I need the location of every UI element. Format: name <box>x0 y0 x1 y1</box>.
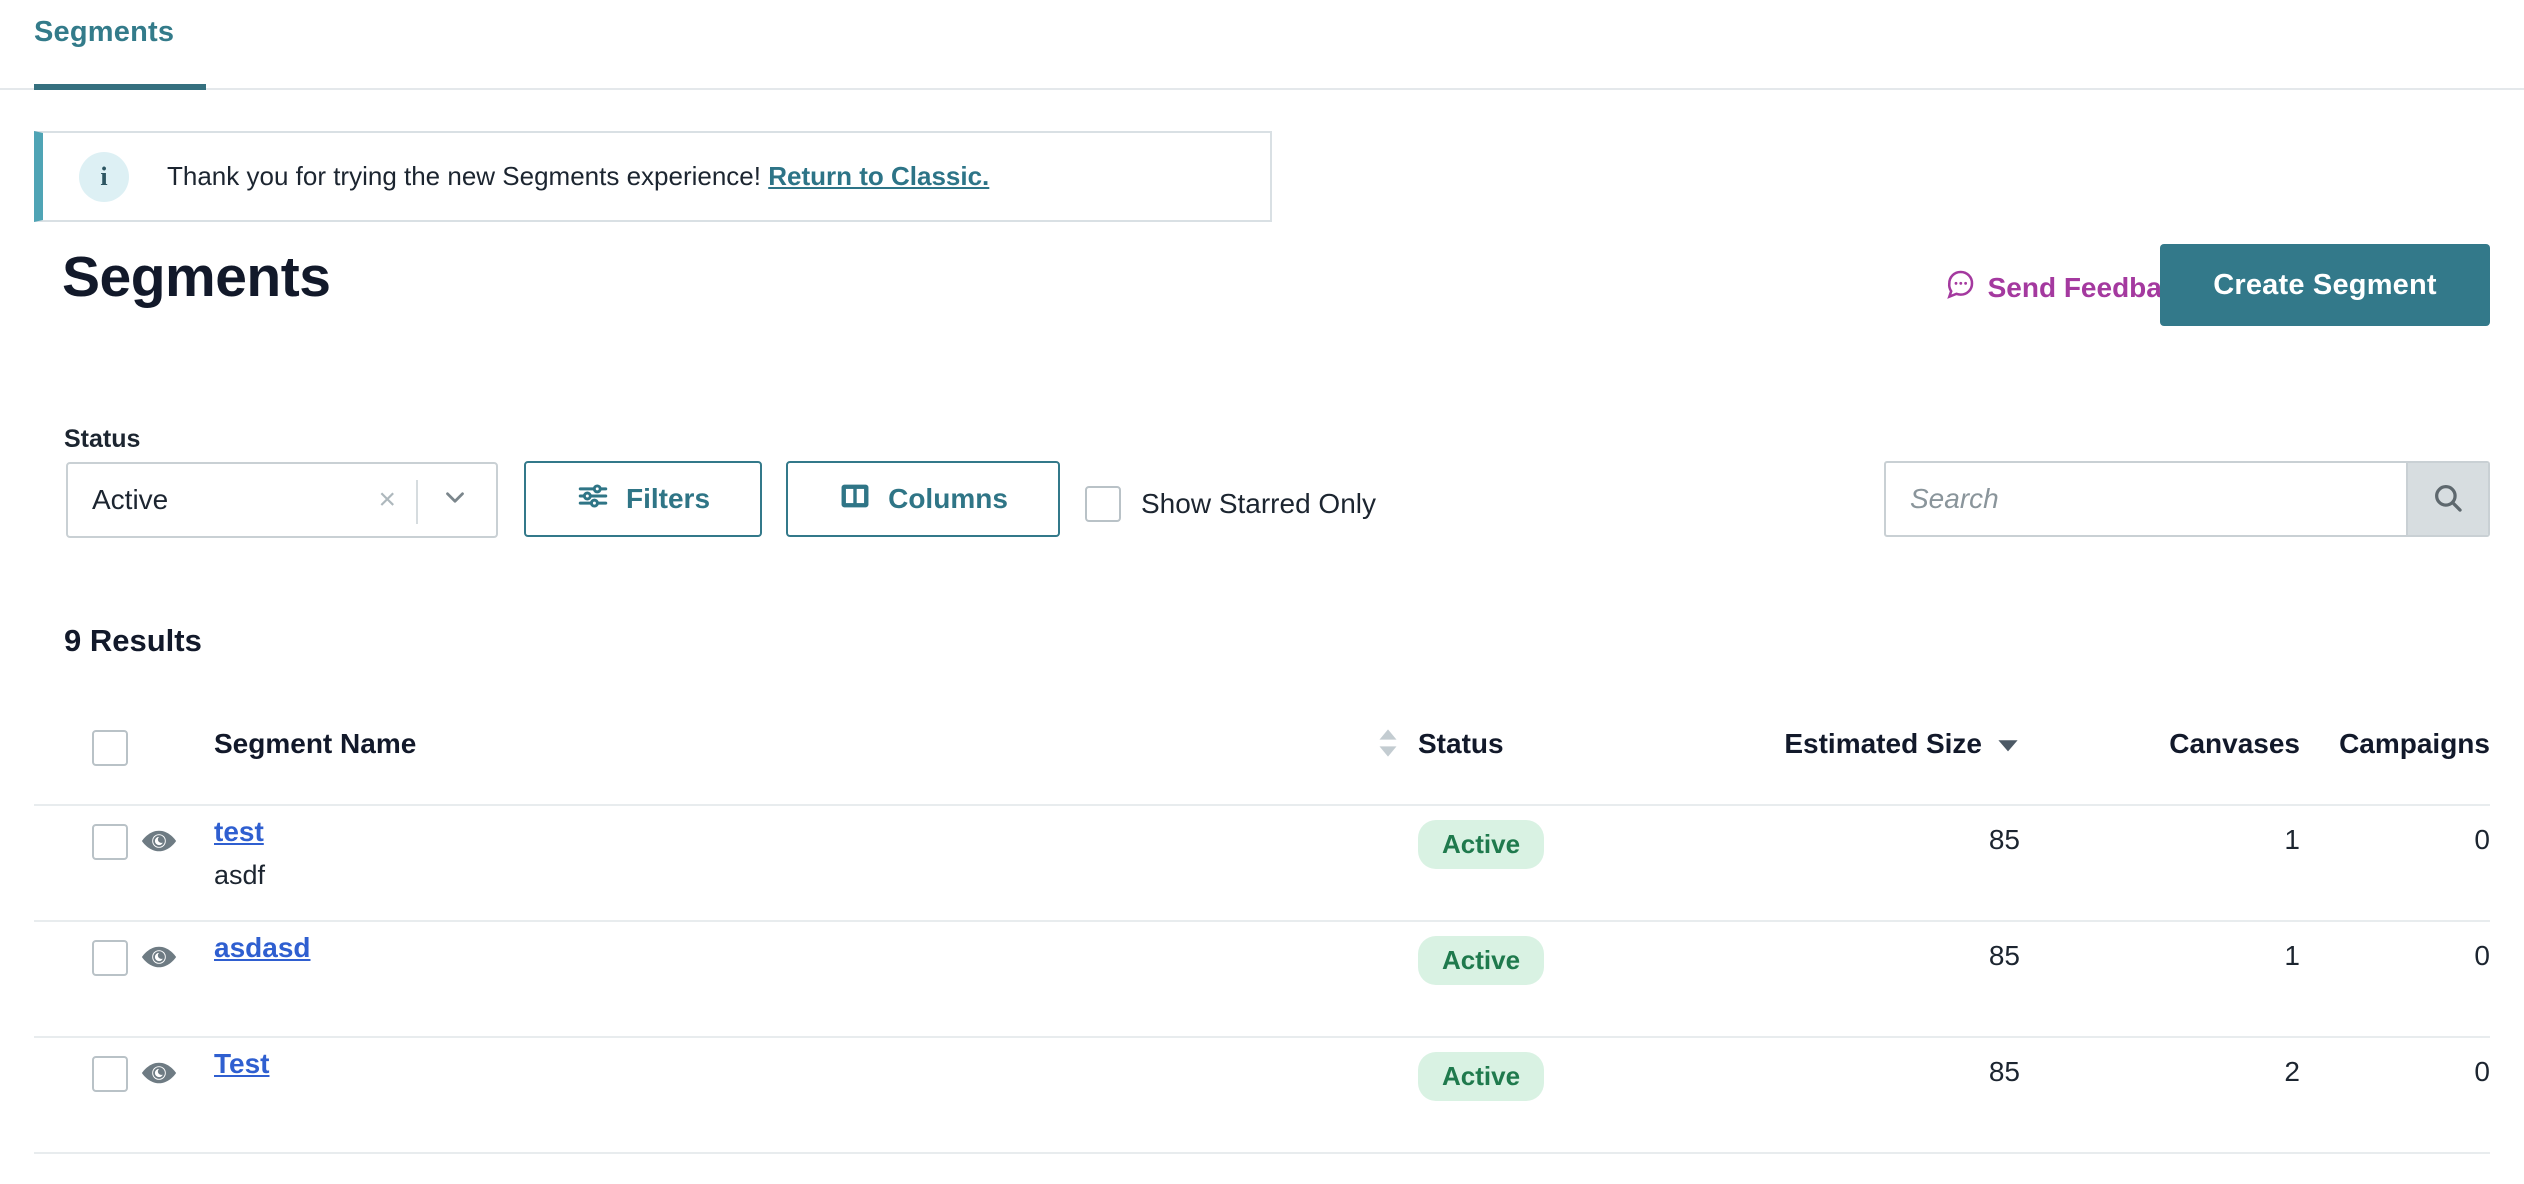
segment-description: asdf <box>214 860 266 890</box>
column-header-campaigns[interactable]: Campaigns <box>2300 720 2490 760</box>
page-header: Segments Send Feedback Create Segment <box>0 244 2524 344</box>
status-select[interactable]: Active × <box>66 462 498 538</box>
segment-name-cell: Test <box>190 1038 1358 1092</box>
show-starred-only-label: Show Starred Only <box>1141 488 1376 519</box>
table-header-row: Segment Name Status Estimated Size Canva… <box>34 720 2490 806</box>
info-icon: i <box>79 151 129 202</box>
status-label: Status <box>64 425 141 453</box>
column-header-estimated-size-label: Estimated Size <box>1784 728 1982 759</box>
row-sort-spacer <box>1358 1038 1418 1054</box>
canvases-cell: 1 <box>2284 824 2300 855</box>
tab-bar: Segments <box>0 0 2524 90</box>
campaigns-cell: 0 <box>2474 1056 2490 1087</box>
search-box <box>1884 461 2490 537</box>
table-row[interactable]: asdasd Active 85 1 0 <box>34 922 2490 1038</box>
estimated-size-cell: 85 <box>1988 824 2020 855</box>
filters-label: Filters <box>625 483 711 514</box>
results-count: 9 Results <box>64 623 202 658</box>
row-sort-spacer <box>1358 806 1418 822</box>
select-divider <box>416 480 418 524</box>
show-starred-only-checkbox[interactable] <box>1085 486 1121 522</box>
show-starred-only-toggle[interactable]: Show Starred Only <box>1085 486 1376 522</box>
chevron-down-icon[interactable] <box>440 483 470 518</box>
new-experience-banner: i Thank you for trying the new Segments … <box>34 131 1272 222</box>
filters-button[interactable]: Filters <box>524 461 762 537</box>
page-title: Segments <box>62 245 331 309</box>
canvases-cell: 2 <box>2284 1056 2300 1087</box>
row-select-cell <box>34 922 128 976</box>
table-row[interactable]: Test Active 85 2 0 <box>34 1038 2490 1154</box>
column-header-estimated-size[interactable]: Estimated Size <box>1728 720 2020 760</box>
search-input[interactable] <box>1886 463 2406 535</box>
row-select-cell <box>34 1038 128 1092</box>
column-header-status[interactable]: Status <box>1418 720 1728 760</box>
search-icon <box>2431 481 2465 518</box>
tab-segments[interactable]: Segments <box>34 16 174 71</box>
row-checkbox[interactable] <box>92 824 128 860</box>
banner-message: Thank you for trying the new Segments ex… <box>167 161 761 191</box>
table-row[interactable]: test asdf Active 85 1 0 <box>34 806 2490 922</box>
status-badge: Active <box>1418 820 1545 869</box>
status-badge: Active <box>1418 936 1545 985</box>
segment-name-cell: test asdf <box>190 806 1358 891</box>
estimated-size-cell: 85 <box>1988 1056 2020 1087</box>
campaigns-cell: 0 <box>2474 940 2490 971</box>
preview-eye-icon[interactable] <box>128 1038 190 1092</box>
tab-active-indicator <box>34 84 206 90</box>
status-cell: Active <box>1418 1038 1728 1101</box>
create-segment-button[interactable]: Create Segment <box>2160 244 2490 326</box>
clear-status-icon[interactable]: × <box>378 483 396 517</box>
segment-name-link[interactable]: test <box>214 816 264 848</box>
select-all-checkbox[interactable] <box>92 730 128 766</box>
canvases-cell: 1 <box>2284 940 2300 971</box>
row-sort-spacer <box>1358 922 1418 938</box>
segment-name-cell: asdasd <box>190 922 1358 976</box>
sort-name-icon[interactable] <box>1358 720 1418 760</box>
return-to-classic-link[interactable]: Return to Classic. <box>768 161 989 191</box>
status-cell: Active <box>1418 806 1728 869</box>
send-feedback-button[interactable]: Send Feedback <box>1944 268 2193 307</box>
sort-size-desc-icon <box>1996 728 2020 760</box>
preview-eye-icon[interactable] <box>128 806 190 860</box>
column-header-segment-name[interactable]: Segment Name <box>190 720 1358 760</box>
chat-bubble-icon <box>1944 268 1976 307</box>
estimated-size-cell: 85 <box>1988 940 2020 971</box>
column-header-canvases[interactable]: Canvases <box>2020 720 2300 760</box>
preview-eye-icon[interactable] <box>128 922 190 976</box>
segments-table: Segment Name Status Estimated Size Canva… <box>34 720 2490 1154</box>
columns-label: Columns <box>888 483 1008 514</box>
status-selected-value: Active <box>92 484 169 515</box>
search-button[interactable] <box>2406 463 2488 535</box>
campaigns-cell: 0 <box>2474 824 2490 855</box>
row-select-cell <box>34 806 128 860</box>
status-badge: Active <box>1418 1052 1545 1101</box>
columns-icon <box>838 479 872 520</box>
columns-button[interactable]: Columns <box>786 461 1060 537</box>
select-all-cell <box>34 720 128 766</box>
sliders-icon <box>576 479 610 520</box>
banner-text: Thank you for trying the new Segments ex… <box>167 161 989 192</box>
status-cell: Active <box>1418 922 1728 985</box>
segment-name-link[interactable]: asdasd <box>214 932 311 964</box>
header-eye-spacer <box>128 720 190 736</box>
row-checkbox[interactable] <box>92 1056 128 1092</box>
row-checkbox[interactable] <box>92 940 128 976</box>
segment-name-link[interactable]: Test <box>214 1048 270 1080</box>
